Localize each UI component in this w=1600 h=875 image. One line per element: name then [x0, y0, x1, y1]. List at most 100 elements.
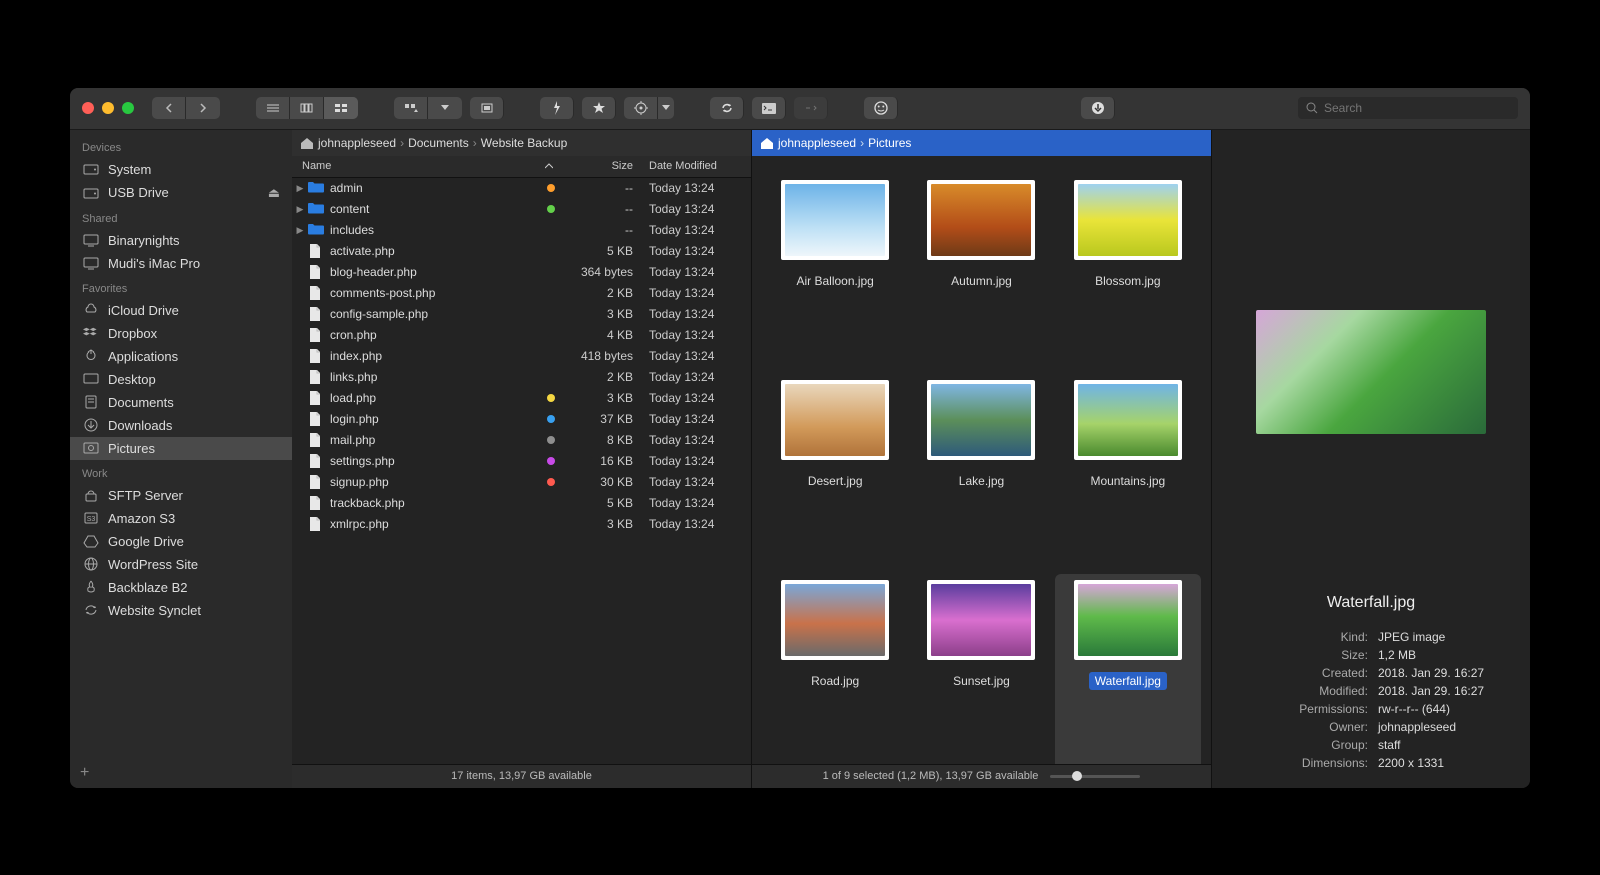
sidebar-item[interactable]: Applications — [70, 345, 292, 368]
path-button[interactable] — [470, 97, 504, 119]
sidebar-item[interactable]: Google Drive — [70, 530, 292, 553]
sidebar-item[interactable]: Downloads — [70, 414, 292, 437]
dropdown-arrow-icon[interactable] — [428, 97, 462, 119]
sidebar-item[interactable]: Binarynights — [70, 229, 292, 252]
thumbnail — [927, 580, 1035, 660]
sidebar-item[interactable]: SFTP Server — [70, 484, 292, 507]
zoom-button[interactable] — [122, 102, 134, 114]
file-row[interactable]: settings.php16 KBToday 13:24 — [292, 451, 751, 472]
minimize-button[interactable] — [102, 102, 114, 114]
file-row[interactable]: links.php2 KBToday 13:24 — [292, 367, 751, 388]
sidebar-item[interactable]: Backblaze B2 — [70, 576, 292, 599]
file-row[interactable]: activate.php5 KBToday 13:24 — [292, 241, 751, 262]
metadata-value: 2018. Jan 29. 16:27 — [1378, 684, 1484, 698]
arrange-button[interactable] — [394, 97, 428, 119]
file-row[interactable]: mail.php8 KBToday 13:24 — [292, 430, 751, 451]
search-field[interactable] — [1298, 97, 1518, 119]
gdrive-icon — [82, 534, 100, 548]
action-menu-button[interactable] — [624, 97, 658, 119]
metadata-value: johnappleseed — [1378, 720, 1456, 734]
breadcrumb-segment[interactable]: Website Backup — [481, 136, 568, 150]
file-row[interactable]: comments-post.php2 KBToday 13:24 — [292, 283, 751, 304]
grid-item[interactable]: Air Balloon.jpg — [762, 174, 908, 374]
file-row[interactable]: ▶includes--Today 13:24 — [292, 220, 751, 241]
emoji-button[interactable] — [864, 97, 898, 119]
tag-dot — [547, 499, 555, 507]
preview-metadata: Kind:JPEG imageSize:1,2 MBCreated:2018. … — [1258, 630, 1484, 774]
toolbar — [70, 88, 1530, 130]
breadcrumb-segment[interactable]: Documents — [408, 136, 469, 150]
file-row[interactable]: xmlrpc.php3 KBToday 13:24 — [292, 514, 751, 535]
view-mode-buttons — [256, 97, 358, 119]
sidebar-item[interactable]: S3Amazon S3 — [70, 507, 292, 530]
grid-item[interactable]: Sunset.jpg — [908, 574, 1054, 764]
file-row[interactable]: login.php37 KBToday 13:24 — [292, 409, 751, 430]
file-row[interactable]: load.php3 KBToday 13:24 — [292, 388, 751, 409]
add-location-button[interactable]: + — [80, 764, 89, 782]
column-name[interactable]: Name — [292, 160, 561, 172]
column-date[interactable]: Date Modified — [641, 160, 751, 172]
sidebar-item[interactable]: Documents — [70, 391, 292, 414]
sidebar-item[interactable]: Website Synclet — [70, 599, 292, 622]
file-row[interactable]: ▶content--Today 13:24 — [292, 199, 751, 220]
file-row[interactable]: signup.php30 KBToday 13:24 — [292, 472, 751, 493]
column-size[interactable]: Size — [561, 160, 641, 172]
file-row[interactable]: cron.php4 KBToday 13:24 — [292, 325, 751, 346]
close-button[interactable] — [82, 102, 94, 114]
quick-action-button[interactable] — [540, 97, 574, 119]
grid-item[interactable]: Road.jpg — [762, 574, 908, 764]
view-icons-button[interactable] — [324, 97, 358, 119]
view-columns-button[interactable] — [290, 97, 324, 119]
sidebar-item[interactable]: Pictures — [70, 437, 292, 460]
sidebar-item-label: Google Drive — [108, 534, 184, 549]
s3-icon: S3 — [82, 511, 100, 525]
favorite-button[interactable] — [582, 97, 616, 119]
search-input[interactable] — [1324, 101, 1510, 115]
file-row[interactable]: ▶admin--Today 13:24 — [292, 178, 751, 199]
thumbnail — [927, 180, 1035, 260]
sidebar-item[interactable]: WordPress Site — [70, 553, 292, 576]
icon-size-slider[interactable] — [1050, 769, 1140, 783]
eject-icon[interactable]: ⏏ — [268, 185, 280, 201]
tag-dot — [547, 205, 555, 213]
grid-item[interactable]: Waterfall.jpg — [1055, 574, 1201, 764]
back-button[interactable] — [152, 97, 186, 119]
sidebar-item[interactable]: System — [70, 158, 292, 181]
breadcrumb-segment[interactable]: johnappleseed — [318, 136, 396, 150]
left-breadcrumb[interactable]: johnappleseed › Documents › Website Back… — [292, 130, 751, 156]
download-icon — [82, 418, 100, 432]
drive-icon — [82, 186, 100, 200]
file-icon — [308, 433, 324, 447]
view-list-button[interactable] — [256, 97, 290, 119]
sidebar-item[interactable]: Mudi's iMac Pro — [70, 252, 292, 275]
grid-item[interactable]: Lake.jpg — [908, 374, 1054, 574]
grid-item[interactable]: Autumn.jpg — [908, 174, 1054, 374]
sidebar-item[interactable]: iCloud Drive — [70, 299, 292, 322]
file-date: Today 13:24 — [641, 286, 751, 300]
sidebar-item[interactable]: Desktop — [70, 368, 292, 391]
breadcrumb-segment[interactable]: Pictures — [868, 136, 911, 150]
terminal-button[interactable] — [752, 97, 786, 119]
file-size: 364 bytes — [561, 265, 641, 279]
file-icon — [308, 475, 324, 489]
file-date: Today 13:24 — [641, 202, 751, 216]
file-row[interactable]: blog-header.php364 bytesToday 13:24 — [292, 262, 751, 283]
metadata-value: JPEG image — [1378, 630, 1445, 644]
grid-item[interactable]: Desert.jpg — [762, 374, 908, 574]
sync-button[interactable] — [710, 97, 744, 119]
sidebar-item[interactable]: Dropbox — [70, 322, 292, 345]
grid-item-label: Sunset.jpg — [947, 672, 1016, 690]
file-row[interactable]: index.php418 bytesToday 13:24 — [292, 346, 751, 367]
metadata-label: Owner: — [1258, 720, 1368, 734]
activities-button[interactable] — [1081, 97, 1115, 119]
breadcrumb-segment[interactable]: johnappleseed — [778, 136, 856, 150]
chevron-down-icon[interactable] — [658, 97, 674, 119]
file-row[interactable]: config-sample.php3 KBToday 13:24 — [292, 304, 751, 325]
file-row[interactable]: trackback.php5 KBToday 13:24 — [292, 493, 751, 514]
file-date: Today 13:24 — [641, 370, 751, 384]
forward-button[interactable] — [186, 97, 220, 119]
right-breadcrumb[interactable]: johnappleseed › Pictures — [752, 130, 1211, 156]
grid-item[interactable]: Blossom.jpg — [1055, 174, 1201, 374]
sidebar-item[interactable]: USB Drive⏏ — [70, 181, 292, 205]
grid-item[interactable]: Mountains.jpg — [1055, 374, 1201, 574]
